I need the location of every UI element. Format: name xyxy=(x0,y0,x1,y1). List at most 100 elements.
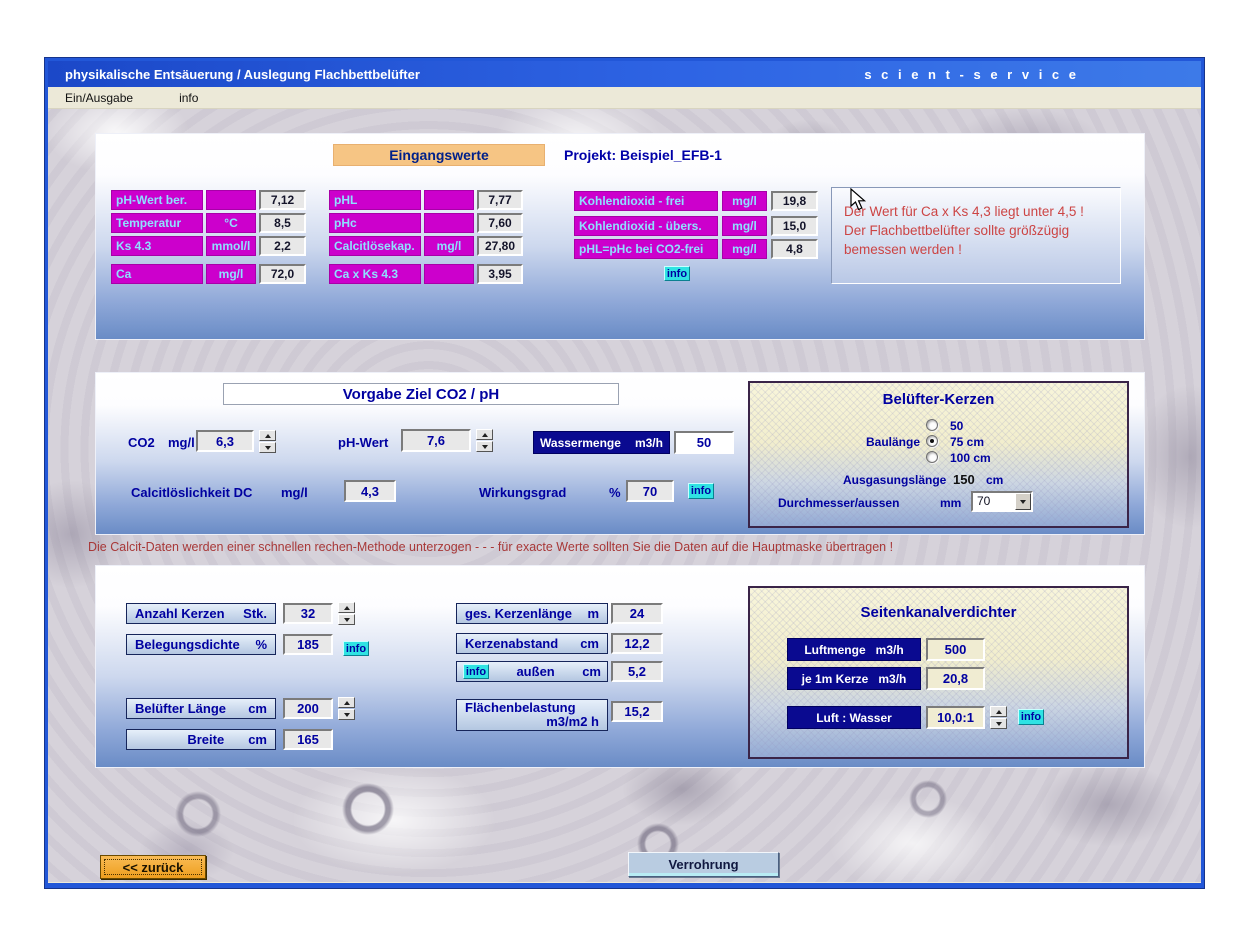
wassermenge-field[interactable]: 50 xyxy=(674,431,734,454)
verhaeltnis-stepper[interactable] xyxy=(990,706,1007,729)
param-label: Kohlendioxid - frei xyxy=(574,191,718,211)
radio-baulaenge-50[interactable] xyxy=(926,419,938,431)
project-label: Projekt: Beispiel_EFB-1 xyxy=(564,147,722,163)
spin-up-icon[interactable] xyxy=(259,430,276,441)
table-row: Ca x Ks 4.3 3,95 xyxy=(329,264,523,284)
laenge-label: Belüfter Länge xyxy=(135,701,226,716)
anzahl-label: Anzahl Kerzen xyxy=(135,606,225,621)
zurueck-button[interactable]: << zurück xyxy=(100,855,206,879)
spin-up-icon[interactable] xyxy=(338,602,355,613)
anzahl-label-box: Anzahl Kerzen Stk. xyxy=(126,603,276,624)
spin-down-icon[interactable] xyxy=(990,718,1007,729)
app-window: physikalische Entsäuerung / Auslegung Fl… xyxy=(45,58,1204,888)
eingangswerte-header: Eingangswerte xyxy=(333,144,545,166)
info-button[interactable]: info xyxy=(343,641,369,656)
abstand-label: Kerzenabstand xyxy=(465,636,558,651)
wirkungsgrad-unit: % xyxy=(609,485,621,500)
co2-unit: mg/l xyxy=(168,435,195,450)
info-button[interactable]: info xyxy=(664,266,690,281)
wirkungsgrad-field[interactable]: 70 xyxy=(626,480,674,502)
baulaenge-label: Baulänge xyxy=(835,435,920,449)
param-label: Ks 4.3 xyxy=(111,236,203,256)
abstand-field[interactable]: 12,2 xyxy=(611,633,663,654)
param-value-field[interactable]: 7,60 xyxy=(477,213,523,233)
flaechen-unit: m3/m2 h xyxy=(465,715,599,729)
co2-field[interactable]: 6,3 xyxy=(196,430,254,452)
radio-baulaenge-75[interactable] xyxy=(926,435,938,447)
table-row: pHL=pHc bei CO2-frei mg/l 4,8 xyxy=(574,239,818,259)
anzahl-stepper[interactable] xyxy=(338,602,355,625)
wassermenge-label: Wassermenge xyxy=(540,436,621,450)
menu-ein-ausgabe[interactable]: Ein/Ausgabe xyxy=(57,89,141,107)
param-value-field[interactable]: 72,0 xyxy=(259,264,306,284)
aussen-field[interactable]: 5,2 xyxy=(611,661,663,682)
durchmesser-value: 70 xyxy=(973,493,1015,510)
param-value-field[interactable]: 15,0 xyxy=(771,216,818,236)
param-value-field[interactable]: 19,8 xyxy=(771,191,818,211)
radio-label-75[interactable]: 75 cm xyxy=(950,435,984,449)
param-value-field[interactable]: 27,80 xyxy=(477,236,523,256)
belegung-label: Belegungsdichte xyxy=(135,637,240,652)
info-button[interactable]: info xyxy=(688,483,714,499)
kerze-field[interactable]: 20,8 xyxy=(926,667,985,690)
param-label: pHL xyxy=(329,190,421,210)
ph-field[interactable]: 7,6 xyxy=(401,429,471,452)
menu-info[interactable]: info xyxy=(171,89,206,107)
param-label: pHL=pHc bei CO2-frei xyxy=(574,239,718,259)
client-area: Eingangswerte Projekt: Beispiel_EFB-1 pH… xyxy=(48,109,1201,882)
durchmesser-unit: mm xyxy=(940,496,961,510)
info-button[interactable]: info xyxy=(463,664,489,679)
anzahl-field[interactable]: 32 xyxy=(283,603,333,624)
flaechen-field[interactable]: 15,2 xyxy=(611,701,663,722)
spin-down-icon[interactable] xyxy=(338,614,355,625)
spin-up-icon[interactable] xyxy=(338,697,355,708)
verrohrung-button[interactable]: Verrohrung xyxy=(628,852,779,877)
param-value-field[interactable]: 3,95 xyxy=(477,264,523,284)
luftmenge-label: Luftmenge xyxy=(804,643,865,657)
wassermenge-label-box: Wassermenge m3/h xyxy=(533,431,670,454)
radio-label-100[interactable]: 100 cm xyxy=(950,451,991,465)
breite-label-box: Breite cm xyxy=(126,729,276,750)
verdichter-panel: Seitenkanalverdichter Luftmenge m3/h 500… xyxy=(748,586,1129,759)
co2-stepper[interactable] xyxy=(259,430,276,453)
breite-field[interactable]: 165 xyxy=(283,729,333,750)
param-value-field[interactable]: 2,2 xyxy=(259,236,306,256)
aussen-label: außen xyxy=(516,664,554,679)
kerzenlaenge-label-box: ges. Kerzenlänge m xyxy=(456,603,608,624)
spin-up-icon[interactable] xyxy=(990,706,1007,717)
belegung-label-box: Belegungsdichte % xyxy=(126,634,276,655)
flaechen-label-box: Flächenbelastung m3/m2 h xyxy=(456,699,608,731)
belegung-field[interactable]: 185 xyxy=(283,634,333,655)
spin-up-icon[interactable] xyxy=(476,429,493,440)
durchmesser-dropdown[interactable]: 70 xyxy=(971,491,1033,512)
radio-baulaenge-100[interactable] xyxy=(926,451,938,463)
param-value-field[interactable]: 8,5 xyxy=(259,213,306,233)
verhaeltnis-field[interactable]: 10,0:1 xyxy=(926,706,985,729)
radio-label-50[interactable]: 50 xyxy=(950,419,963,433)
laenge-unit: cm xyxy=(248,701,267,716)
spin-down-icon[interactable] xyxy=(259,442,276,453)
mouse-cursor xyxy=(850,188,868,219)
ausgasung-label: Ausgasungslänge xyxy=(843,473,946,487)
chevron-down-icon[interactable] xyxy=(1015,493,1031,510)
kerze-unit: m3/h xyxy=(878,672,906,686)
table-row: Calcitlösekap. mg/l 27,80 xyxy=(329,236,523,256)
info-button[interactable]: info xyxy=(1018,709,1044,725)
param-value-field[interactable]: 7,12 xyxy=(259,190,306,210)
laenge-field[interactable]: 200 xyxy=(283,698,333,719)
spin-down-icon[interactable] xyxy=(476,441,493,452)
spin-down-icon[interactable] xyxy=(338,709,355,720)
table-row: pHc 7,60 xyxy=(329,213,523,233)
param-value-field[interactable]: 7,77 xyxy=(477,190,523,210)
laenge-stepper[interactable] xyxy=(338,697,355,720)
calcit-field[interactable]: 4,3 xyxy=(344,480,396,502)
kerzenlaenge-field[interactable]: 24 xyxy=(611,603,663,624)
luftmenge-field[interactable]: 500 xyxy=(926,638,985,661)
param-label: Ca x Ks 4.3 xyxy=(329,264,421,284)
ph-stepper[interactable] xyxy=(476,429,493,452)
table-row: Kohlendioxid - übers. mg/l 15,0 xyxy=(574,216,818,236)
param-value-field[interactable]: 4,8 xyxy=(771,239,818,259)
table-row: Ca mg/l 72,0 xyxy=(111,264,306,284)
anzahl-unit: Stk. xyxy=(243,606,267,621)
calcit-label: Calcitlöslichkeit DC xyxy=(131,485,252,500)
